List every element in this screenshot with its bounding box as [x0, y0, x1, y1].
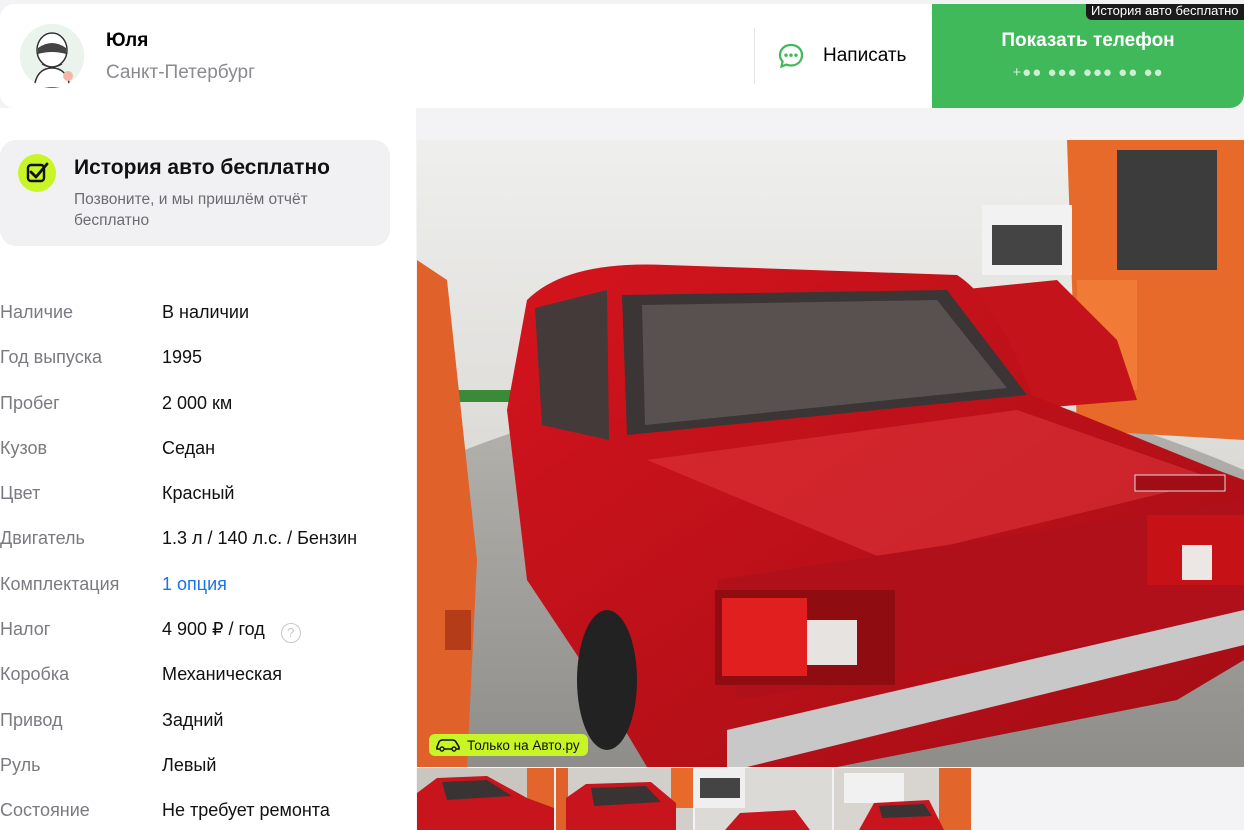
seller-city: Санкт-Петербург	[106, 62, 256, 83]
spec-row: Состояние Не требует ремонта	[0, 792, 416, 830]
spec-key: Год выпуска	[0, 347, 102, 368]
spec-key: Привод	[0, 709, 63, 730]
history-card[interactable]: История авто бесплатно Позвоните, и мы п…	[0, 140, 390, 246]
spec-key: Руль	[0, 754, 41, 775]
spec-key: Пробег	[0, 392, 60, 413]
spec-row: Год выпуска 1995	[0, 339, 416, 384]
main-photo[interactable]: Только на Авто.ру	[417, 140, 1244, 767]
spec-value: 1995	[162, 347, 203, 368]
spec-row: Комплектация 1 опция	[0, 566, 416, 611]
thumbnail-3[interactable]	[695, 768, 832, 830]
write-message-label: Написать	[823, 45, 907, 66]
spec-row: Цвет Красный	[0, 475, 416, 520]
spec-key: Коробка	[0, 664, 70, 685]
divider	[754, 28, 755, 84]
spec-key: Цвет	[0, 483, 41, 504]
write-message-button[interactable]: Написать	[770, 26, 920, 86]
spec-row: Налог 4 900 ₽ / год?	[0, 611, 416, 656]
listing-page: Юля Санкт-Петербург Написать Показать те…	[0, 0, 1244, 830]
seller-avatar[interactable]	[20, 24, 84, 88]
options-link[interactable]: 1 опция	[162, 574, 227, 595]
thumbnail-2[interactable]	[556, 768, 693, 830]
seller-name: Юля	[106, 30, 149, 51]
specs-table: Наличие В наличии Год выпуска 1995 Пробег 2…	[0, 294, 416, 830]
spec-value: Левый	[162, 754, 217, 775]
thumbnail-image	[417, 768, 554, 830]
spec-key: Комплектация	[0, 573, 120, 594]
spec-value: 1.3 л / 140 л.с. / Бензин	[162, 528, 358, 549]
spec-row: Коробка Механическая	[0, 656, 416, 701]
spec-value: Не требует ремонта	[162, 800, 330, 821]
left-column: История авто бесплатно Позвоните, и мы п…	[0, 108, 416, 830]
phone-masked: +●● ●●● ●●● ●● ●●	[1012, 64, 1164, 81]
spec-value: 4 900 ₽ / год	[162, 619, 265, 640]
thumbnail-strip	[417, 768, 971, 830]
spec-value: Седан	[162, 437, 216, 458]
exclusive-badge-label: Только на Авто.ру	[467, 737, 580, 753]
spec-row: Двигатель 1.3 л / 140 л.с. / Бензин	[0, 520, 416, 565]
spec-value: Красный	[162, 483, 235, 504]
thumbnail-1[interactable]	[417, 768, 554, 830]
thumbnail-4[interactable]	[834, 768, 971, 830]
show-phone-label: Показать телефон	[1001, 30, 1175, 51]
car-photo	[417, 140, 1244, 767]
spec-key: Состояние	[0, 800, 90, 821]
help-icon[interactable]: ?	[280, 623, 301, 644]
spec-value: 2 000 км	[162, 392, 233, 413]
spec-row: Привод Задний	[0, 702, 416, 747]
spec-row: Кузов Седан	[0, 430, 416, 475]
history-subtitle: Позвоните, и мы пришлём отчёт бесплатно	[74, 191, 308, 229]
car-icon	[436, 739, 460, 752]
history-title: История авто бесплатно	[74, 156, 330, 179]
spec-value: Задний	[162, 709, 224, 730]
thumbnail-image	[556, 768, 693, 830]
thumbnail-image	[695, 768, 832, 830]
tooltip: История авто бесплатно	[1086, 4, 1244, 20]
checkmark-badge-icon	[18, 154, 56, 192]
spec-row: Наличие В наличии	[0, 294, 416, 339]
spec-row: Руль Левый	[0, 747, 416, 792]
thumbnail-image	[834, 768, 971, 830]
exclusive-badge: Только на Авто.ру	[429, 734, 588, 756]
spec-value: Механическая	[162, 664, 283, 685]
spec-row: Пробег 2 000 км	[0, 385, 416, 430]
spec-key: Кузов	[0, 437, 48, 458]
spec-key: Наличие	[0, 302, 74, 322]
seller-bar: Юля Санкт-Петербург Написать Показать те…	[0, 4, 1244, 108]
avatar-icon	[20, 24, 84, 88]
spec-value-tax: 4 900 ₽ / год?	[162, 619, 301, 644]
spec-key: Двигатель	[0, 528, 85, 549]
chat-icon	[778, 43, 804, 69]
spec-key: Налог	[0, 619, 51, 640]
spec-value: В наличии	[162, 302, 250, 322]
